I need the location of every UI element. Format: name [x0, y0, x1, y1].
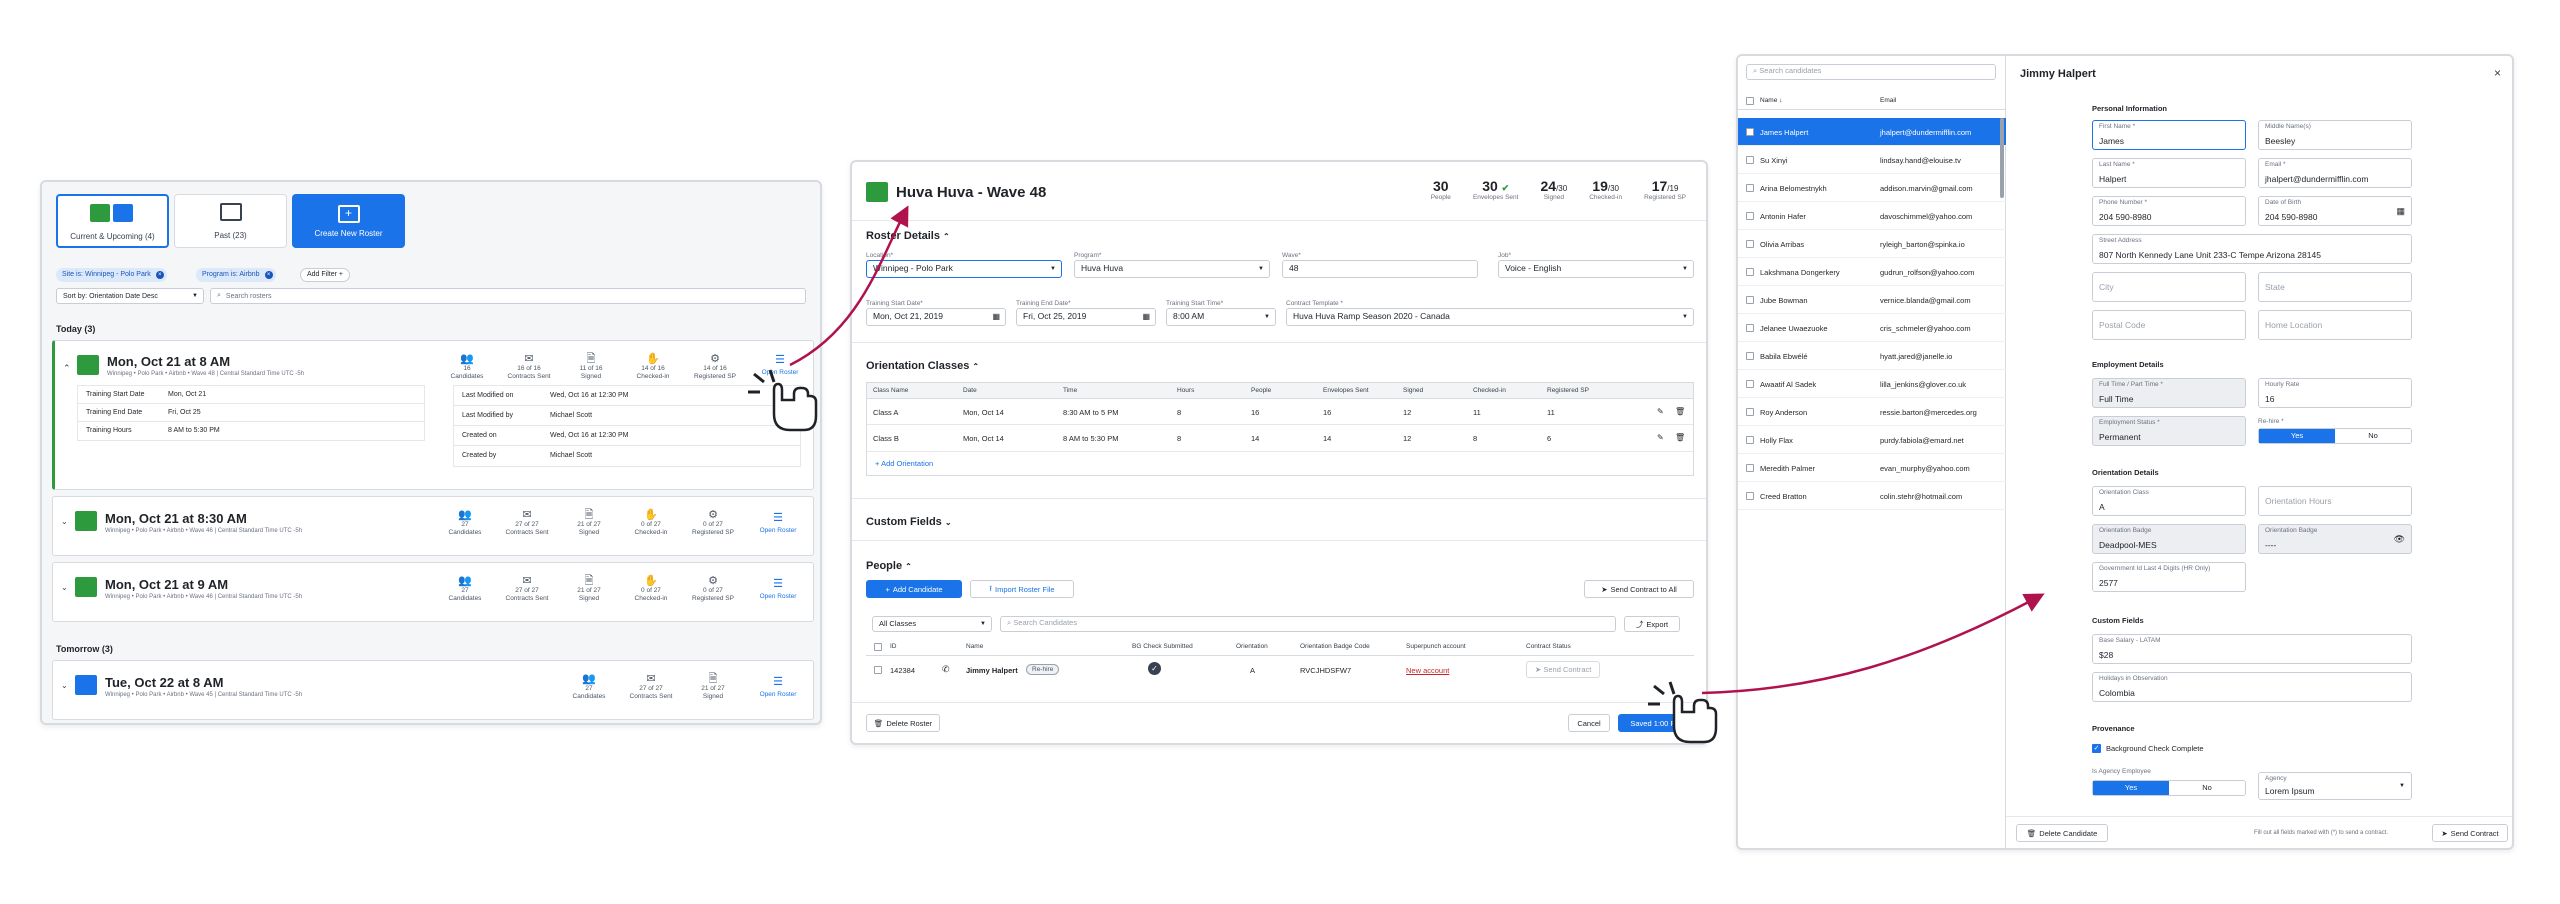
arrow-to-candidate-detail	[1701, 593, 2045, 695]
flow-arrows	[748, 205, 2045, 744]
arrow-to-roster-detail	[789, 205, 909, 367]
hand-cursor-icon	[748, 369, 818, 432]
hand-cursor-icon	[1648, 681, 1718, 744]
